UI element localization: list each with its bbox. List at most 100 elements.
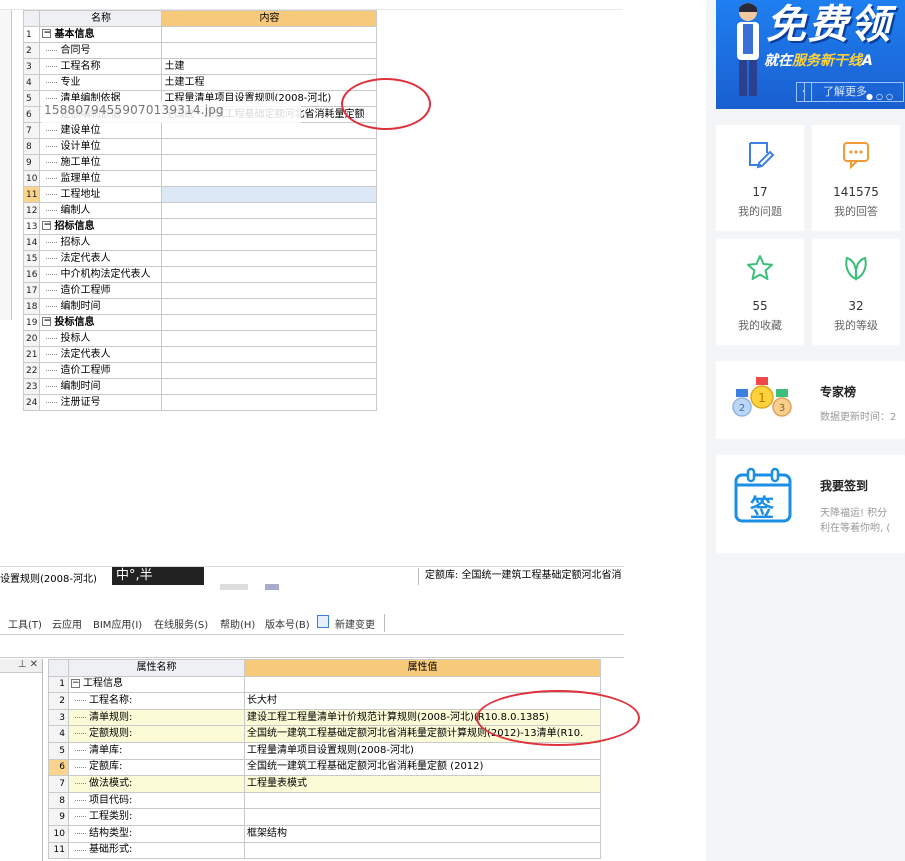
property-name-cell[interactable]: 编制人 [39, 202, 163, 219]
table-row[interactable]: 6 定额库: 全国统一建筑工程基础定额河北省消耗量定额 (2012) [48, 758, 601, 777]
table-row[interactable]: 4 专业 土建工程 [22, 74, 378, 91]
my-favorites-card[interactable]: 55 我的收藏 [716, 239, 804, 345]
my-answers-card[interactable]: 141575 我的回答 [812, 125, 900, 231]
table-row[interactable]: 7 做法模式: 工程量表模式 [48, 775, 601, 793]
property-value-cell[interactable] [161, 122, 378, 139]
property-value-cell[interactable] [244, 808, 601, 826]
property-name-cell[interactable]: − 投标信息 [39, 314, 163, 331]
property-name-cell[interactable]: 工程名称: [68, 692, 245, 710]
menu-help[interactable]: 帮助(H) [220, 616, 255, 631]
ime-indicator[interactable]: 中°,半 [112, 567, 204, 585]
property-name-cell[interactable]: 专业 [39, 74, 163, 91]
property-name-cell[interactable]: 定额库: [68, 758, 245, 777]
table-row[interactable]: 1− 基本信息 [22, 26, 378, 43]
property-name-cell[interactable]: 合同号 [39, 42, 163, 59]
table-row[interactable]: 7 建设单位 [22, 122, 378, 139]
menu-online-service[interactable]: 在线服务(S) [154, 616, 208, 631]
property-name-cell[interactable]: 清单规则: [68, 708, 245, 727]
menu-version[interactable]: 版本号(B) [265, 616, 310, 631]
table-row[interactable]: 15 法定代表人 [22, 250, 378, 267]
property-name-cell[interactable]: − 基本信息 [39, 26, 163, 43]
checkin-card[interactable]: 签 我要签到 天降福运! 积分 利在等着你哟, ( [716, 455, 905, 553]
collapse-toggle-icon[interactable]: − [42, 317, 52, 326]
property-name-cell[interactable]: − 工程信息 [68, 675, 245, 694]
property-value-cell[interactable]: 工程量表模式 [244, 775, 601, 793]
property-name-cell[interactable]: 施工单位 [39, 154, 163, 171]
table-row[interactable]: 9 施工单位 [22, 154, 378, 171]
my-level-card[interactable]: 32 我的等级 [812, 239, 900, 345]
property-value-cell[interactable] [161, 42, 378, 59]
property-value-cell[interactable] [244, 791, 601, 810]
property-name-cell[interactable]: 招标人 [39, 234, 163, 251]
table-row[interactable]: 5 清单库: 工程量清单项目设置规则(2008-河北) [48, 741, 601, 760]
property-name-cell[interactable]: 基础形式: [68, 841, 245, 860]
collapse-toggle-icon[interactable]: − [42, 221, 52, 230]
property-value-cell[interactable] [161, 266, 378, 283]
table-row[interactable]: 3 工程名称 土建 [22, 58, 378, 75]
table-row[interactable]: 20 投标人 [22, 330, 378, 347]
property-value-cell[interactable] [244, 841, 601, 860]
property-value-cell[interactable]: 土建工程 [161, 74, 378, 91]
property-name-cell[interactable]: 工程地址 [39, 186, 163, 203]
property-name-cell[interactable]: 法定代表人 [39, 346, 163, 363]
property-value-cell[interactable] [161, 330, 378, 347]
table-row[interactable]: 1− 工程信息 [48, 675, 601, 694]
menu-new-change[interactable]: 新建变更 [335, 616, 375, 631]
property-name-cell[interactable]: − 招标信息 [39, 218, 163, 235]
property-value-cell[interactable] [161, 218, 378, 235]
table-row[interactable]: 18 编制时间 [22, 298, 378, 315]
table-row[interactable]: 19− 投标信息 [22, 314, 378, 331]
table-row[interactable]: 21 法定代表人 [22, 346, 378, 363]
property-name-cell[interactable]: 投标人 [39, 330, 163, 347]
property-value-cell[interactable] [161, 378, 378, 395]
table-row[interactable]: 16 中介机构法定代表人 [22, 266, 378, 283]
table-row[interactable]: 9 工程类别: [48, 808, 601, 826]
collapse-toggle-icon[interactable]: − [42, 29, 52, 38]
table-row[interactable]: 14 招标人 [22, 234, 378, 251]
property-value-cell[interactable]: 全国统一建筑工程基础定额河北省消耗量定额 (2012) [244, 758, 601, 777]
table-row[interactable]: 8 项目代码: [48, 791, 601, 810]
table-row[interactable]: 2 合同号 [22, 42, 378, 59]
table-row[interactable]: 24 注册证号 [22, 394, 378, 411]
property-value-cell[interactable] [161, 234, 378, 251]
property-name-cell[interactable]: 清单库: [68, 741, 245, 760]
table-row[interactable]: 13− 招标信息 [22, 218, 378, 235]
property-value-cell[interactable] [161, 362, 378, 379]
property-name-header[interactable]: 属性名称 [68, 659, 245, 677]
menu-bim[interactable]: BIM应用(I) [93, 616, 142, 631]
property-name-cell[interactable]: 造价工程师 [39, 362, 163, 379]
property-value-cell[interactable] [161, 202, 378, 219]
property-name-cell[interactable]: 做法模式: [68, 775, 245, 793]
name-column-header[interactable]: 名称 [39, 10, 163, 27]
property-name-cell[interactable]: 结构类型: [68, 824, 245, 843]
property-name-cell[interactable]: 项目代码: [68, 791, 245, 810]
property-name-cell[interactable]: 设计单位 [39, 138, 163, 155]
table-row[interactable]: 23 编制时间 [22, 378, 378, 395]
promo-banner[interactable]: 免费领 就在服务新干线A ‹ 了解更多 ●○○ [716, 0, 905, 109]
property-value-cell[interactable] [161, 314, 378, 331]
property-value-cell[interactable] [161, 346, 378, 363]
property-value-cell[interactable]: 土建 [161, 58, 378, 75]
property-name-cell[interactable]: 编制时间 [39, 298, 163, 315]
property-value-cell[interactable] [161, 250, 378, 267]
property-value-header[interactable]: 属性值 [244, 659, 601, 677]
new-change-icon[interactable] [317, 615, 329, 628]
property-value-cell[interactable] [161, 298, 378, 315]
property-name-cell[interactable]: 定额规则: [68, 725, 245, 743]
dock-controls[interactable]: ⊥ ✕ [0, 659, 42, 673]
table-row[interactable]: 10 结构类型: 框架结构 [48, 824, 601, 843]
property-value-cell[interactable] [161, 138, 378, 155]
property-value-cell[interactable] [161, 26, 378, 43]
property-name-cell[interactable]: 法定代表人 [39, 250, 163, 267]
menu-tools[interactable]: 工具(T) [8, 616, 42, 631]
property-value-cell[interactable] [161, 170, 378, 187]
property-value-cell[interactable]: 框架结构 [244, 824, 601, 843]
expert-ranking-card[interactable]: 2 1 3 专家榜 数据更新时间：2 [716, 361, 905, 439]
table-row[interactable]: 12 编制人 [22, 202, 378, 219]
property-value-cell[interactable] [161, 394, 378, 411]
table-row[interactable]: 8 设计单位 [22, 138, 378, 155]
property-name-cell[interactable]: 工程名称 [39, 58, 163, 75]
table-row[interactable]: 10 监理单位 [22, 170, 378, 187]
table-row[interactable]: 11 工程地址 [22, 186, 378, 203]
property-value-cell[interactable] [161, 282, 378, 299]
